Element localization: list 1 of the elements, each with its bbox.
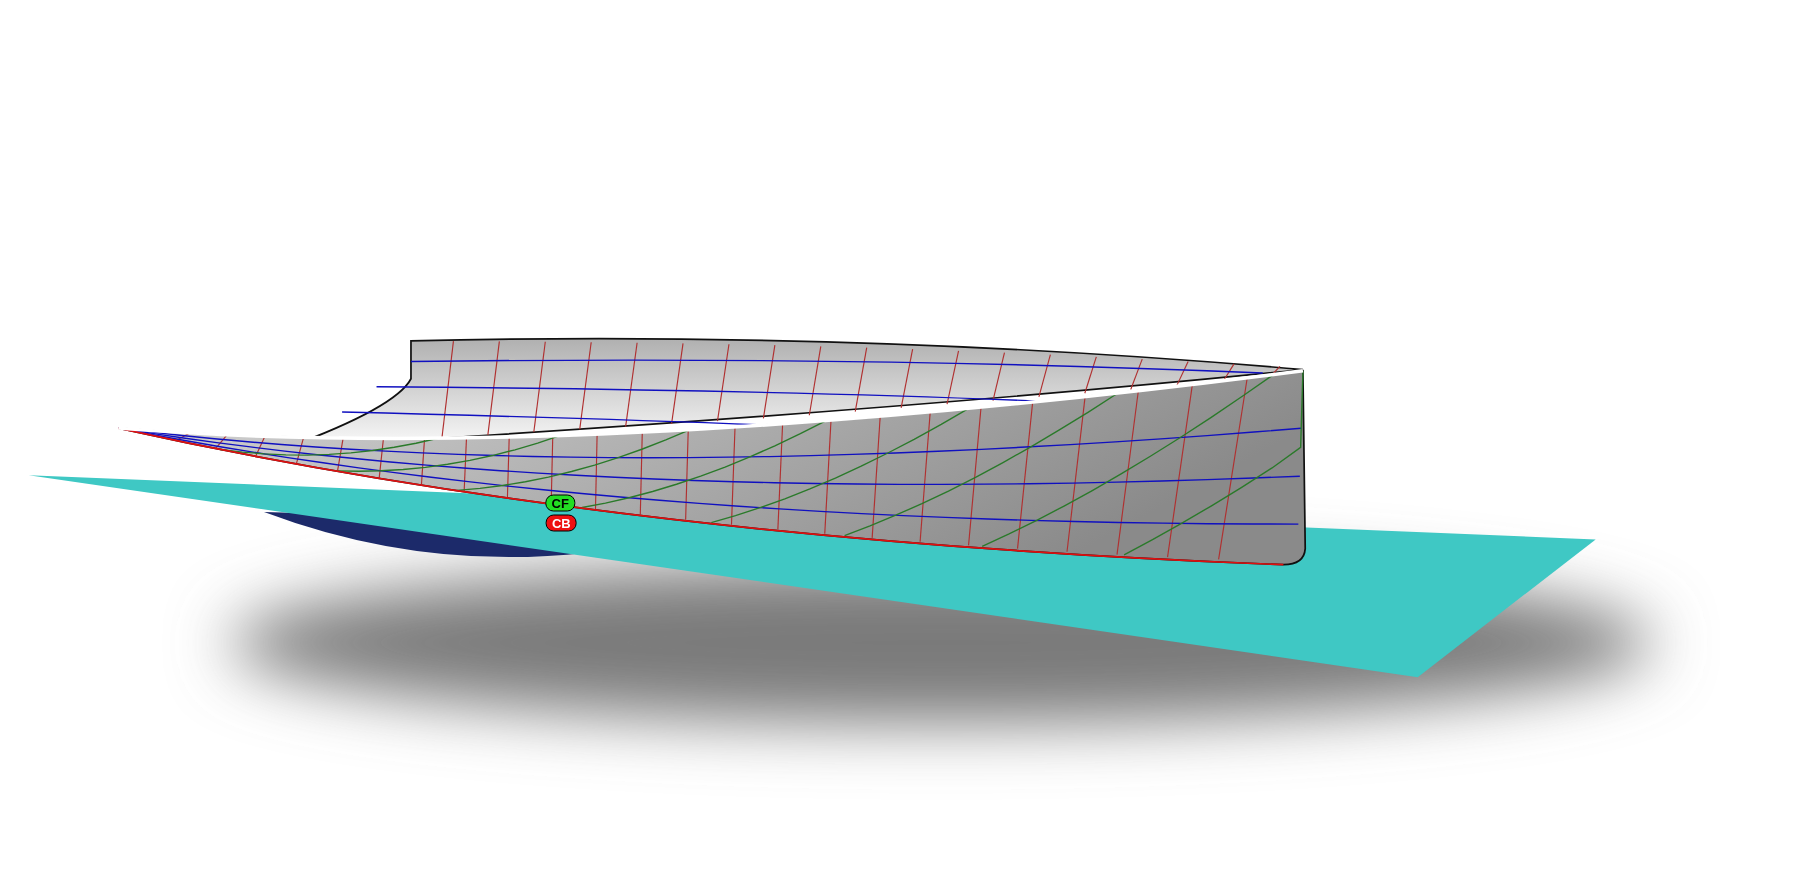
marker-tag: CF [545, 494, 575, 512]
